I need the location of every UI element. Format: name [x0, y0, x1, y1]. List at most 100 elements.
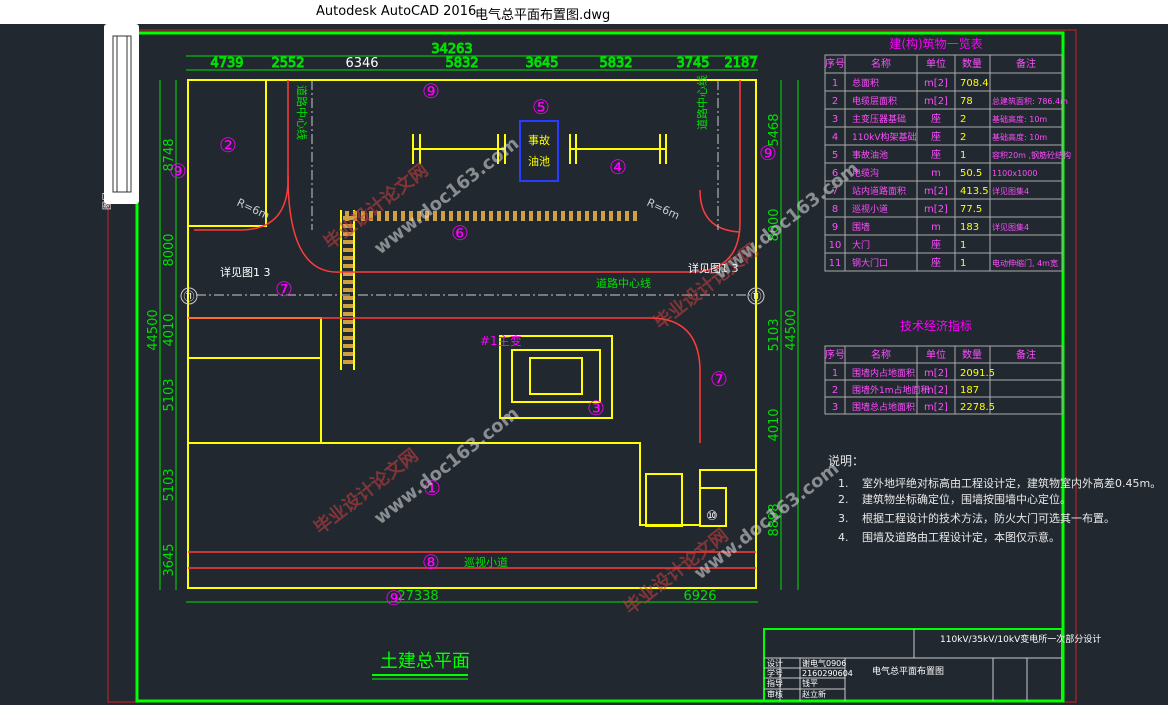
svg-text:审核: 审核 — [767, 689, 783, 699]
circled-markers: ① ② ③ ④ ⑤ ⑥ ⑦ ⑦ ⑧ ⑨ ⑨ ⑨ ⑨ ⑩ — [169, 79, 777, 610]
table-cell-qty: 78 — [960, 96, 973, 107]
table-cell-index: 6 — [832, 168, 838, 179]
structures — [412, 134, 667, 403]
drawing-name: 电气总平面布置图 — [872, 665, 944, 677]
econ-cell-name: 围墙内占地面积 — [852, 367, 915, 379]
app-title: Autodesk AutoCAD 2016 — [316, 4, 477, 19]
table-cell-note: 基础高度: 10m — [992, 132, 1047, 142]
econ-cell-qty: 2278.5 — [960, 402, 995, 413]
svg-text:5103: 5103 — [162, 468, 177, 501]
table-cell-name: 站内道路面积 — [852, 185, 906, 197]
table-cell-name: 事故油池 — [852, 149, 888, 161]
project-title: 110kV/35kV/10kV变电所一次部分设计 — [940, 633, 1101, 645]
layer-panel-card[interactable] — [104, 24, 139, 204]
svg-text:数量: 数量 — [962, 348, 982, 361]
table-cell-note: 1100x1000 — [992, 169, 1037, 178]
table-cell-index: 11 — [829, 258, 842, 269]
svg-text:③: ③ — [587, 396, 605, 420]
svg-text:⑨: ⑨ — [169, 159, 187, 183]
title-block: 110kV/35kV/10kV变电所一次部分设计 电气总平面布置图 设计 谢电气0… — [763, 628, 1101, 702]
table-cell-qty: 183 — [960, 222, 979, 233]
outer-frame — [107, 29, 1077, 703]
svg-text:赵立新: 赵立新 — [802, 689, 826, 699]
table-cell-index: 1 — [832, 78, 838, 89]
table-cell-index: 5 — [832, 150, 838, 161]
svg-text:3.: 3. — [838, 512, 849, 525]
svg-text:⑨: ⑨ — [422, 79, 440, 103]
site-walls — [187, 79, 757, 589]
econ-cell-name: 围墙外1m占地面积 — [852, 384, 930, 396]
main-transformer-label: #1主变 — [480, 333, 522, 348]
table-cell-qty: 2 — [960, 132, 966, 143]
svg-text:4010: 4010 — [767, 408, 782, 441]
table-cell-note: 电动伸缩门, 4m宽 — [992, 258, 1058, 268]
svg-text:2160290604: 2160290604 — [802, 669, 853, 678]
svg-text:学号: 学号 — [767, 668, 783, 678]
svg-text:5103: 5103 — [162, 378, 177, 411]
econ-cell-index: 3 — [832, 402, 838, 413]
table-cell-unit: 座 — [931, 238, 941, 251]
econ-cell-index: 2 — [832, 385, 838, 396]
table-cell-qty: 413.5 — [960, 186, 989, 197]
notes: 说明： 1. 室外地坪绝对标高由工程设计定，建筑物室内外高差0.45m。 2. 建筑… — [828, 453, 1161, 544]
svg-text:谢电气0906: 谢电气0906 — [802, 658, 846, 668]
table-cell-index: 9 — [832, 222, 838, 233]
notes-title: 说明： — [828, 453, 864, 468]
econ-cell-qty: 187 — [960, 385, 979, 396]
svg-text:2.: 2. — [838, 493, 849, 506]
table-cell-index: 10 — [829, 240, 842, 251]
svg-text:单位: 单位 — [926, 348, 946, 361]
table-cell-name: 电缆层面积 — [852, 95, 897, 107]
svg-text:钱平: 钱平 — [802, 678, 818, 688]
table-cell-qty: 1 — [960, 150, 966, 161]
svg-text:详见图1 3: 详见图1 3 — [220, 265, 271, 279]
svg-text:4010: 4010 — [162, 313, 177, 346]
table-cell-qty: 77.5 — [960, 204, 982, 215]
table-cell-index: 8 — [832, 204, 838, 215]
road-center-label-right: 道路中心线 — [695, 75, 709, 130]
table-cell-name: 巡视小道 — [852, 203, 888, 215]
drawing-canvas[interactable]: 34263 4739 2552 6346 5832 3645 5832 3745… — [0, 24, 1168, 705]
svg-text:3645: 3645 — [162, 543, 177, 576]
svg-text:8000: 8000 — [162, 233, 177, 266]
svg-text:R=6m: R=6m — [645, 196, 682, 222]
svg-text:5832: 5832 — [599, 56, 632, 71]
svg-text:3645: 3645 — [525, 56, 558, 71]
table-cell-note: 基础高度: 10m — [992, 114, 1047, 124]
svg-text:⑩: ⑩ — [706, 509, 718, 524]
svg-text:6346: 6346 — [345, 56, 378, 71]
table-cell-unit: m[2] — [924, 186, 948, 197]
svg-text:⑨: ⑨ — [759, 141, 777, 165]
svg-text:名称: 名称 — [871, 57, 891, 70]
table-cell-unit: 座 — [931, 112, 941, 125]
table-cell-unit: m[2] — [924, 96, 948, 107]
table-cell-name: 总面积 — [852, 77, 879, 89]
svg-text:序号: 序号 — [825, 348, 845, 361]
svg-text:④: ④ — [609, 155, 627, 179]
table-cell-unit: 座 — [931, 130, 941, 143]
accident-oil-pool — [519, 120, 559, 182]
svg-text:⑦: ⑦ — [710, 367, 728, 391]
table-cell-unit: m — [931, 168, 941, 179]
econ-table: 技术经济指标 序号 名称 单位 数量 备注 1 围墙内占地面积 m[2] 2091.5… — [824, 318, 1063, 415]
svg-text:设计: 设计 — [767, 658, 783, 668]
svg-text:备注: 备注 — [1016, 348, 1036, 361]
table-cell-name: 大门 — [852, 239, 870, 251]
table-cell-index: 4 — [832, 132, 838, 143]
table-cell-qty: 1 — [960, 240, 966, 251]
svg-text:⑧: ⑧ — [422, 550, 440, 574]
table-cell-qty: 50.5 — [960, 168, 982, 179]
svg-text:建筑物坐标确定位，围墙按围墙中心定位。: 建筑物坐标确定位，围墙按围墙中心定位。 — [862, 492, 1071, 506]
building-table: 建(构)筑物一览表 序号 名称 单位 数量 备注 1 总面积 m[2] 708.4 2 电… — [824, 36, 1071, 272]
svg-text:事故: 事故 — [528, 133, 550, 147]
svg-text:名称: 名称 — [871, 348, 891, 361]
table-cell-index: 3 — [832, 114, 838, 125]
svg-text:1.: 1. — [838, 477, 849, 490]
svg-text:油池: 油池 — [528, 154, 550, 168]
cad-drawing[interactable]: 34263 4739 2552 6346 5832 3645 5832 3745… — [0, 24, 1168, 705]
dim-right-overall: 44500 — [784, 309, 799, 350]
econ-cell-qty: 2091.5 — [960, 368, 995, 379]
building-table-title: 建(构)筑物一览表 — [889, 36, 982, 51]
table-cell-qty: 708.4 — [960, 78, 989, 89]
dim-left-overall: 44500 — [146, 309, 161, 350]
